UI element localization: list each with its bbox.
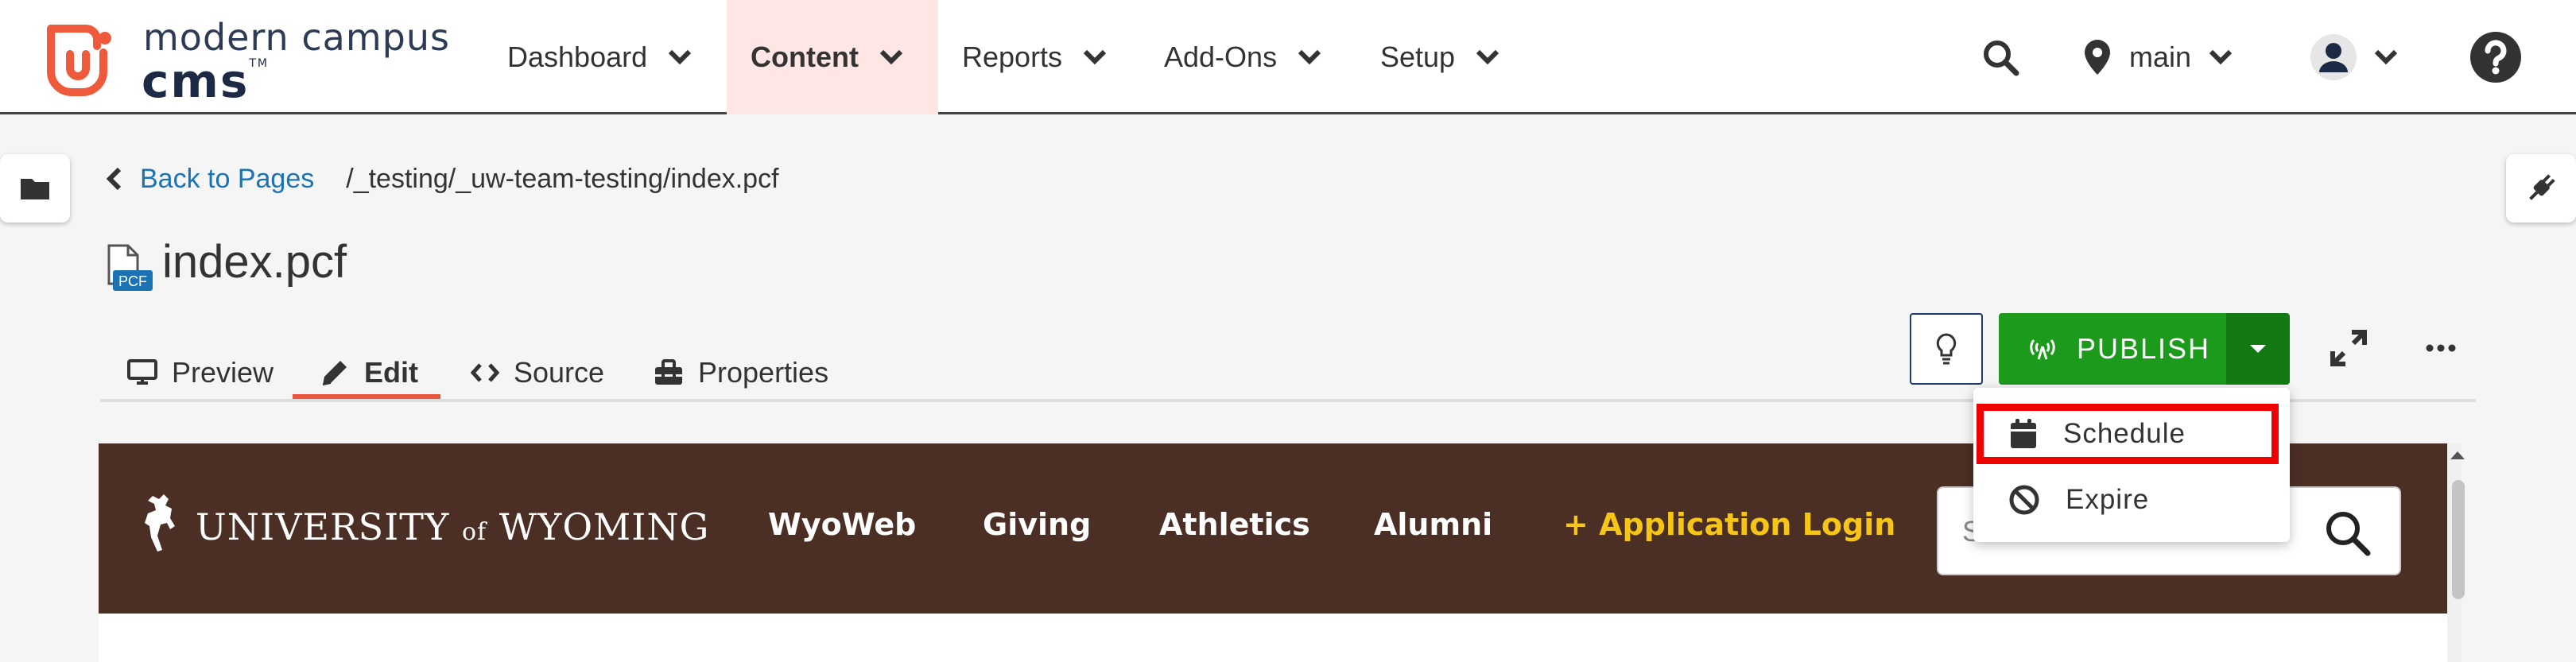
tab-edit-label: Edit bbox=[364, 356, 418, 389]
tab-preview-label: Preview bbox=[172, 356, 274, 389]
brand-line1: modern campus bbox=[143, 16, 450, 59]
ban-icon bbox=[2009, 485, 2039, 515]
more-options-button[interactable] bbox=[2414, 321, 2468, 375]
uw-logo[interactable]: UNIVERSITY of WYOMING bbox=[140, 491, 709, 563]
uw-nav-athletics[interactable]: Athletics bbox=[1159, 507, 1310, 542]
page-title: index.pcf bbox=[162, 236, 347, 288]
publish-label: PUBLISH bbox=[2077, 332, 2211, 365]
user-menu[interactable] bbox=[2310, 0, 2398, 114]
publish-options-toggle[interactable] bbox=[2226, 313, 2290, 385]
nav-setup[interactable]: Setup bbox=[1356, 0, 1523, 114]
monitor-icon bbox=[127, 359, 157, 385]
lightbulb-icon bbox=[1936, 333, 1957, 365]
menu-item-schedule-label: Schedule bbox=[2063, 418, 2186, 449]
chevron-down-icon bbox=[1083, 49, 1107, 65]
gadgets-toggle[interactable] bbox=[2506, 154, 2576, 223]
tab-properties[interactable]: Properties bbox=[654, 346, 828, 399]
nav-content[interactable]: Content bbox=[727, 0, 938, 114]
publish-button[interactable]: PUBLISH bbox=[1999, 313, 2226, 385]
chevron-left-icon bbox=[107, 167, 122, 191]
nav-addons-label: Add-Ons bbox=[1164, 41, 1278, 73]
pencil-icon bbox=[322, 361, 347, 385]
file-badge-text: PCF bbox=[118, 273, 147, 289]
nav-content-label: Content bbox=[751, 41, 859, 73]
plug-icon bbox=[2529, 174, 2555, 200]
site-selector-label: main bbox=[2129, 41, 2192, 73]
caret-down-icon bbox=[2250, 345, 2266, 353]
search-icon[interactable] bbox=[2323, 509, 2371, 556]
uw-nav-giving[interactable]: Giving bbox=[983, 507, 1091, 542]
chevron-down-icon bbox=[2209, 49, 2233, 65]
tab-edit[interactable]: Edit bbox=[320, 346, 418, 399]
chevron-down-icon bbox=[669, 49, 692, 65]
nav-reports-label: Reports bbox=[962, 41, 1063, 73]
uw-site-name: UNIVERSITY of WYOMING bbox=[196, 505, 709, 548]
pcf-file-icon: PCF bbox=[107, 244, 153, 291]
brand-cms: cms bbox=[142, 54, 250, 108]
nav-setup-label: Setup bbox=[1380, 41, 1456, 73]
broadcast-icon bbox=[2030, 339, 2055, 360]
breadcrumb-path: /_testing/_uw-team-testing/index.pcf bbox=[346, 163, 779, 194]
site-selector[interactable]: main bbox=[2083, 0, 2233, 114]
help-icon bbox=[2470, 32, 2521, 83]
ellipsis-icon bbox=[2426, 344, 2456, 352]
nav-addons[interactable]: Add-Ons bbox=[1140, 0, 1345, 114]
chevron-down-icon bbox=[2374, 49, 2398, 65]
nav-dashboard-label: Dashboard bbox=[507, 41, 648, 73]
bucking-horse-icon bbox=[145, 494, 175, 552]
help-button[interactable] bbox=[2469, 0, 2522, 114]
uw-name-university: UNIVERSITY bbox=[196, 505, 450, 548]
chevron-down-icon bbox=[1298, 49, 1321, 65]
search-icon bbox=[1984, 41, 2019, 76]
menu-item-expire[interactable]: Expire bbox=[1973, 470, 2290, 529]
active-tab-indicator bbox=[293, 394, 440, 399]
global-search-button[interactable] bbox=[1981, 0, 2019, 114]
tab-source[interactable]: Source bbox=[471, 346, 604, 399]
code-icon bbox=[471, 363, 499, 382]
brand-tm: TM bbox=[249, 57, 269, 70]
back-to-pages-link[interactable]: Back to Pages bbox=[107, 164, 314, 195]
preview-scrollbar-thumb[interactable] bbox=[2452, 480, 2465, 599]
brand-line2: cmsTM bbox=[142, 54, 269, 108]
publish-dropdown-menu: Schedule Expire bbox=[1973, 388, 2290, 542]
uw-nav-alumni[interactable]: Alumni bbox=[1374, 507, 1492, 542]
back-to-pages-label: Back to Pages bbox=[140, 163, 315, 194]
nav-reports[interactable]: Reports bbox=[938, 0, 1131, 114]
top-navbar: modern campus cmsTM Dashboard Content Re… bbox=[0, 0, 2576, 114]
folder-icon bbox=[21, 179, 49, 199]
map-marker-icon bbox=[2085, 40, 2110, 75]
menu-item-expire-label: Expire bbox=[2066, 484, 2150, 515]
modern-campus-logo-icon bbox=[47, 25, 111, 96]
file-browser-toggle[interactable] bbox=[0, 154, 70, 223]
uw-name-wyoming: WYOMING bbox=[499, 505, 710, 548]
tips-button[interactable] bbox=[1910, 313, 1983, 385]
scroll-up-arrow-icon[interactable] bbox=[2449, 450, 2466, 461]
user-avatar-icon bbox=[2310, 34, 2357, 80]
expand-icon bbox=[2330, 330, 2367, 366]
tab-properties-label: Properties bbox=[698, 356, 829, 389]
tab-preview[interactable]: Preview bbox=[127, 346, 274, 399]
uw-name-of: of bbox=[461, 518, 487, 546]
fullscreen-button[interactable] bbox=[2322, 321, 2376, 375]
breadcrumb: Back to Pages /_testing/_uw-team-testing… bbox=[107, 159, 779, 199]
menu-item-schedule[interactable]: Schedule bbox=[1977, 404, 2279, 464]
uw-nav-application-login[interactable]: + Application Login bbox=[1563, 507, 1895, 542]
toolbox-icon bbox=[655, 359, 682, 385]
tab-source-label: Source bbox=[514, 356, 605, 389]
nav-dashboard[interactable]: Dashboard bbox=[483, 0, 716, 114]
uw-nav-wyoweb[interactable]: WyoWeb bbox=[768, 507, 916, 542]
chevron-down-icon bbox=[1476, 49, 1499, 65]
chevron-down-icon bbox=[879, 49, 903, 65]
calendar-icon bbox=[2011, 419, 2036, 448]
